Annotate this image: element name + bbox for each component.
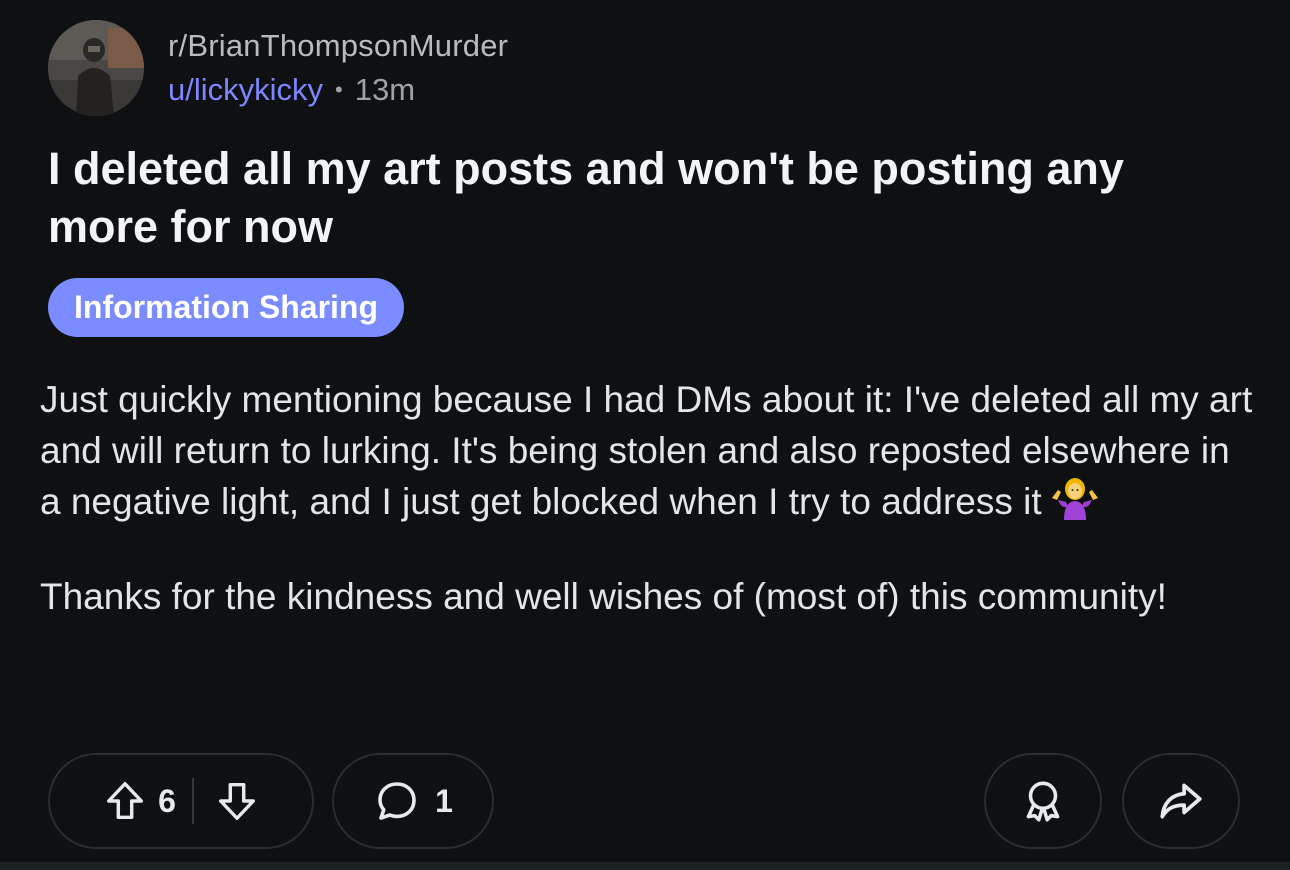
post-header: r/BrianThompsonMurder u/lickykicky • 13m — [48, 20, 508, 116]
subreddit-name[interactable]: r/BrianThompsonMurder — [168, 24, 508, 68]
subreddit-avatar[interactable] — [48, 20, 144, 116]
body-paragraph: Just quickly mentioning because I had DM… — [40, 374, 1255, 533]
vote-divider — [191, 778, 194, 824]
vote-bar: 6 — [48, 753, 314, 849]
comment-count: 1 — [435, 782, 453, 819]
award-button[interactable] — [984, 753, 1102, 849]
post-flair[interactable]: Information Sharing — [48, 278, 404, 337]
post-title[interactable]: I deleted all my art posts and won't be … — [48, 140, 1218, 256]
share-button[interactable] — [1122, 753, 1240, 849]
bottom-divider — [0, 862, 1290, 870]
comments-button[interactable]: 1 — [332, 753, 494, 849]
vote-count: 6 — [158, 782, 176, 819]
meta-separator: • — [335, 77, 343, 102]
award-icon — [1018, 776, 1068, 826]
comment-bubble-icon — [373, 777, 421, 825]
downvote-arrow-icon[interactable] — [214, 778, 260, 824]
author-username[interactable]: u/lickykicky — [168, 68, 323, 112]
post-body: Just quickly mentioning because I had DM… — [40, 374, 1255, 622]
share-arrow-icon — [1156, 776, 1206, 826]
woman-shrugging-emoji-icon — [1048, 476, 1102, 533]
body-paragraph: Thanks for the kindness and well wishes … — [40, 576, 1167, 617]
upvote-arrow-icon[interactable] — [102, 778, 148, 824]
post-time: 13m — [354, 72, 416, 107]
